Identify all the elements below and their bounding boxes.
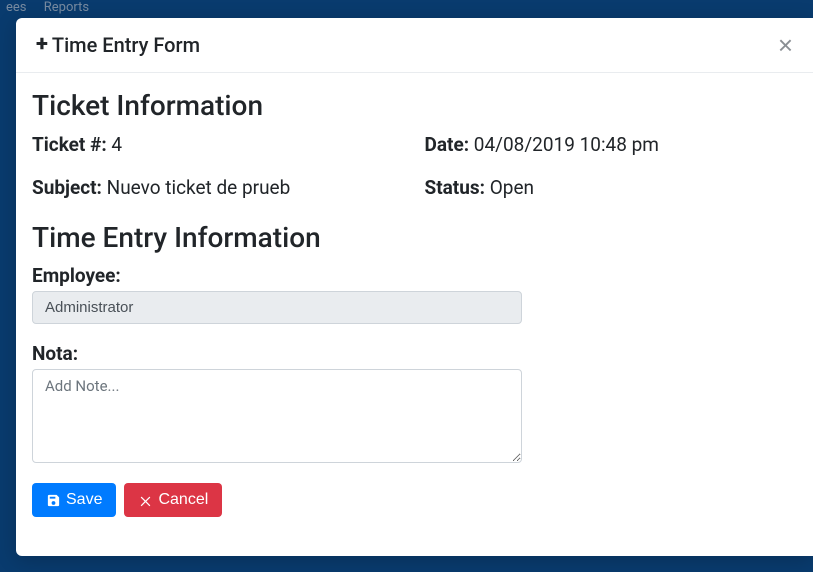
ticket-subject: Subject: Nuevo ticket de prueb [32,175,405,202]
modal-title: + Time Entry Form [36,33,200,57]
note-label: Nota: [32,342,797,365]
cancel-button[interactable]: Cancel [124,483,222,517]
ticket-date-label: Date: [425,133,470,156]
ticket-number: Ticket #: 4 [32,132,405,159]
close-icon: × [778,30,793,60]
time-entry-modal: + Time Entry Form × Ticket Information T… [16,18,813,556]
plus-icon: + [36,34,48,56]
ticket-status: Status: Open [425,175,798,202]
save-icon [46,493,61,508]
employee-field [32,291,522,324]
ticket-subject-value: Nuevo ticket de prueb [107,176,291,199]
cancel-button-label: Cancel [158,491,208,509]
ticket-status-value: Open [490,176,534,199]
ticket-info-grid: Ticket #: 4 Date: 04/08/2019 10:48 pm Su… [32,132,797,201]
ticket-status-label: Status: [425,176,485,199]
time-entry-heading: Time Entry Information [32,221,797,254]
ticket-date: Date: 04/08/2019 10:48 pm [425,132,798,159]
modal-body: Ticket Information Ticket #: 4 Date: 04/… [16,73,813,537]
employee-label: Employee: [32,264,797,287]
close-button[interactable]: × [774,32,797,58]
modal-header: + Time Entry Form × [16,18,813,73]
note-textarea[interactable] [32,369,522,463]
ticket-info-heading: Ticket Information [32,89,797,122]
cancel-icon [138,493,153,508]
save-button-label: Save [66,491,102,509]
save-button[interactable]: Save [32,483,116,517]
modal-title-text: Time Entry Form [52,33,200,57]
ticket-date-value: 04/08/2019 10:48 pm [474,133,659,156]
ticket-number-value: 4 [111,133,122,156]
ticket-number-label: Ticket #: [32,133,107,156]
ticket-subject-label: Subject: [32,176,102,199]
button-row: Save Cancel [32,483,797,517]
